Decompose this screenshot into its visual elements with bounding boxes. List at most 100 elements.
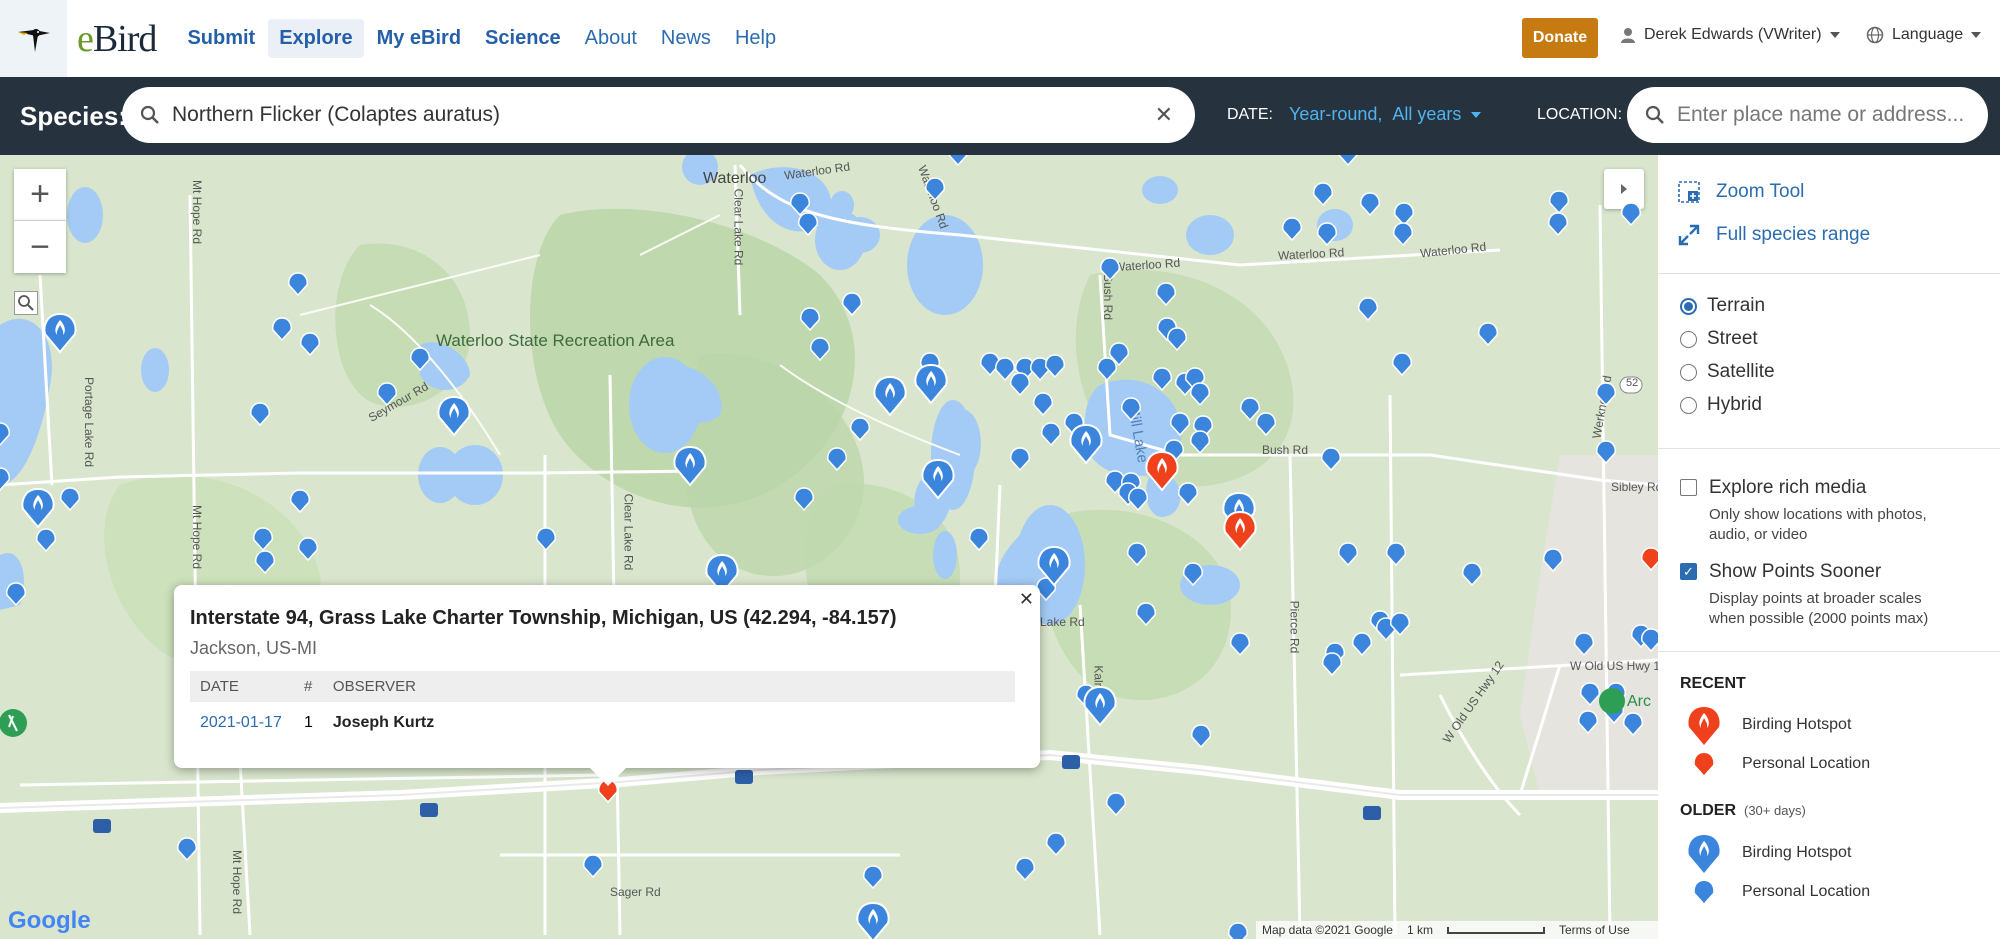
user-menu[interactable]: Derek Edwards (VWriter) bbox=[1620, 26, 1840, 44]
explore-rich-media-checkbox[interactable]: Explore rich media Only show locations w… bbox=[1680, 477, 1949, 545]
divider bbox=[1658, 273, 2000, 274]
legend-hotspot-label: Birding Hotspot bbox=[1742, 844, 1852, 861]
ebird-logo-icon[interactable] bbox=[0, 0, 67, 77]
legend-older-heading: OLDER (30+ days) bbox=[1680, 802, 1806, 820]
map-data-credit[interactable]: Map data ©2021 Google bbox=[1262, 923, 1393, 937]
date-selector[interactable]: Year-round, All years bbox=[1289, 104, 1482, 125]
google-logo: Google bbox=[8, 907, 91, 935]
species-label: Species: bbox=[20, 101, 127, 131]
recent-personal-icon bbox=[1694, 753, 1714, 775]
column-header-observer: OBSERVER bbox=[322, 671, 1015, 702]
points-sooner-description: Display points at broader scales when po… bbox=[1709, 590, 1929, 627]
zoom-tool-icon bbox=[1678, 181, 1700, 203]
radio-selected bbox=[1680, 297, 1697, 315]
terrain-label: Terrain bbox=[1707, 295, 1766, 316]
full-species-range-button[interactable]: Full species range bbox=[1678, 224, 1870, 246]
language-menu[interactable]: Language bbox=[1866, 26, 1982, 44]
scale-bar bbox=[1446, 926, 1545, 934]
wordmark-e: e bbox=[77, 17, 94, 60]
location-popup: ✕ Interstate 94, Grass Lake Charter Town… bbox=[174, 585, 1040, 786]
search-bar: Species: Northern Flicker (Colaptes aura… bbox=[0, 77, 2000, 155]
sighting-pins bbox=[0, 155, 1658, 939]
map-type-street[interactable]: Street bbox=[1680, 328, 1758, 350]
search-icon bbox=[140, 105, 159, 124]
checklist-count: 1 bbox=[304, 714, 313, 731]
radio-unselected bbox=[1680, 363, 1697, 381]
nav-news[interactable]: News bbox=[650, 19, 722, 58]
date-season: Year-round, bbox=[1289, 104, 1383, 124]
user-icon bbox=[1621, 28, 1635, 43]
observer-name: Joseph Kurtz bbox=[332, 714, 435, 731]
ebird-wordmark[interactable]: eBird bbox=[77, 17, 158, 61]
scale-label: 1 km bbox=[1406, 923, 1433, 937]
legend-older-hotspot: Birding Hotspot bbox=[1686, 831, 1851, 875]
location-search[interactable] bbox=[1627, 87, 1988, 143]
legend-recent-hotspot: Birding Hotspot bbox=[1686, 703, 1851, 747]
clear-species-icon[interactable]: ✕ bbox=[1155, 102, 1173, 128]
hybrid-label: Hybrid bbox=[1707, 394, 1762, 415]
nav-help[interactable]: Help bbox=[724, 19, 787, 58]
zoom-tool-label: Zoom Tool bbox=[1716, 181, 1805, 202]
recent-hotspot-icon bbox=[1688, 707, 1720, 745]
user-name: Derek Edwards (VWriter) bbox=[1644, 26, 1822, 43]
language-label: Language bbox=[1892, 26, 1964, 43]
zoom-tool-button[interactable]: Zoom Tool bbox=[1678, 181, 1804, 203]
older-hotspot-icon bbox=[1688, 835, 1720, 873]
legend-older-personal: Personal Location bbox=[1686, 879, 1870, 905]
column-header-count: # bbox=[294, 671, 323, 702]
column-header-date: DATE bbox=[190, 671, 294, 702]
divider bbox=[1658, 448, 2000, 449]
show-points-sooner-checkbox[interactable]: ✓ Show Points Sooner Display points at b… bbox=[1680, 561, 1949, 629]
map-canvas[interactable]: Waterloo Waterloo Rd Waterloo Rd Waterlo… bbox=[0, 155, 1658, 939]
nav-explore[interactable]: Explore bbox=[268, 19, 364, 58]
map-attribution: Map data ©2021 Google 1 km Terms of Use bbox=[1256, 921, 1658, 939]
points-sooner-label: Show Points Sooner bbox=[1709, 561, 1882, 582]
chevron-down-icon bbox=[1829, 32, 1840, 38]
older-heading-text: OLDER bbox=[1680, 802, 1736, 819]
full-range-label: Full species range bbox=[1716, 224, 1871, 245]
street-label: Street bbox=[1707, 328, 1758, 349]
checklist-table: DATE # OBSERVER 2021-01-17 1 Joseph Kurt… bbox=[190, 671, 1015, 744]
chevron-down-icon bbox=[1971, 32, 1982, 38]
checklist-date-link[interactable]: 2021-01-17 bbox=[190, 702, 294, 744]
map-type-hybrid[interactable]: Hybrid bbox=[1680, 394, 1762, 416]
popup-subtitle: Jackson, US-MI bbox=[190, 638, 318, 658]
terms-link[interactable]: Terms of Use bbox=[1559, 923, 1630, 937]
legend-personal-label: Personal Location bbox=[1742, 883, 1871, 900]
rich-media-description: Only show locations with photos, audio, … bbox=[1709, 506, 1927, 543]
nav-science[interactable]: Science bbox=[474, 19, 572, 58]
satellite-label: Satellite bbox=[1707, 361, 1775, 382]
checkbox-checked-icon[interactable]: ✓ bbox=[1680, 563, 1697, 580]
legend-recent-heading: RECENT bbox=[1680, 675, 1746, 692]
globe-icon bbox=[1866, 26, 1884, 44]
date-label: DATE: bbox=[1227, 106, 1273, 123]
older-personal-icon bbox=[1694, 881, 1714, 903]
older-note: (30+ days) bbox=[1744, 803, 1806, 818]
location-label: LOCATION: bbox=[1537, 106, 1623, 123]
top-navigation: eBird Submit Explore My eBird Science Ab… bbox=[0, 0, 2000, 77]
map-type-terrain[interactable]: Terrain bbox=[1680, 295, 1765, 317]
nav-my-ebird[interactable]: My eBird bbox=[366, 19, 472, 58]
wordmark-rest: Bird bbox=[92, 17, 158, 60]
popup-close-icon[interactable]: ✕ bbox=[1019, 589, 1034, 610]
species-input[interactable]: Northern Flicker (Colaptes auratus) ✕ bbox=[122, 87, 1195, 143]
legend-personal-label: Personal Location bbox=[1742, 755, 1871, 772]
map-options-panel: Zoom Tool Full species range Terrain Str… bbox=[1658, 155, 2000, 939]
search-icon bbox=[1645, 105, 1664, 124]
date-years: All years bbox=[1392, 104, 1462, 124]
location-input[interactable] bbox=[1677, 103, 1967, 127]
table-row: 2021-01-17 1 Joseph Kurtz bbox=[190, 702, 1015, 744]
map-type-satellite[interactable]: Satellite bbox=[1680, 361, 1775, 383]
divider bbox=[1658, 651, 2000, 652]
expand-icon bbox=[1678, 224, 1700, 246]
donate-button[interactable]: Donate bbox=[1522, 18, 1598, 58]
legend-hotspot-label: Birding Hotspot bbox=[1742, 716, 1852, 733]
rich-media-label: Explore rich media bbox=[1709, 477, 1867, 498]
checkbox-unchecked[interactable] bbox=[1680, 479, 1697, 496]
google-wordmark: Google bbox=[8, 907, 91, 934]
nav-about[interactable]: About bbox=[574, 19, 648, 58]
personal-location-pins[interactable] bbox=[0, 155, 1658, 939]
nav-submit[interactable]: Submit bbox=[176, 19, 266, 58]
legend-recent-personal: Personal Location bbox=[1686, 751, 1870, 777]
popup-title: Interstate 94, Grass Lake Charter Townsh… bbox=[190, 607, 897, 629]
